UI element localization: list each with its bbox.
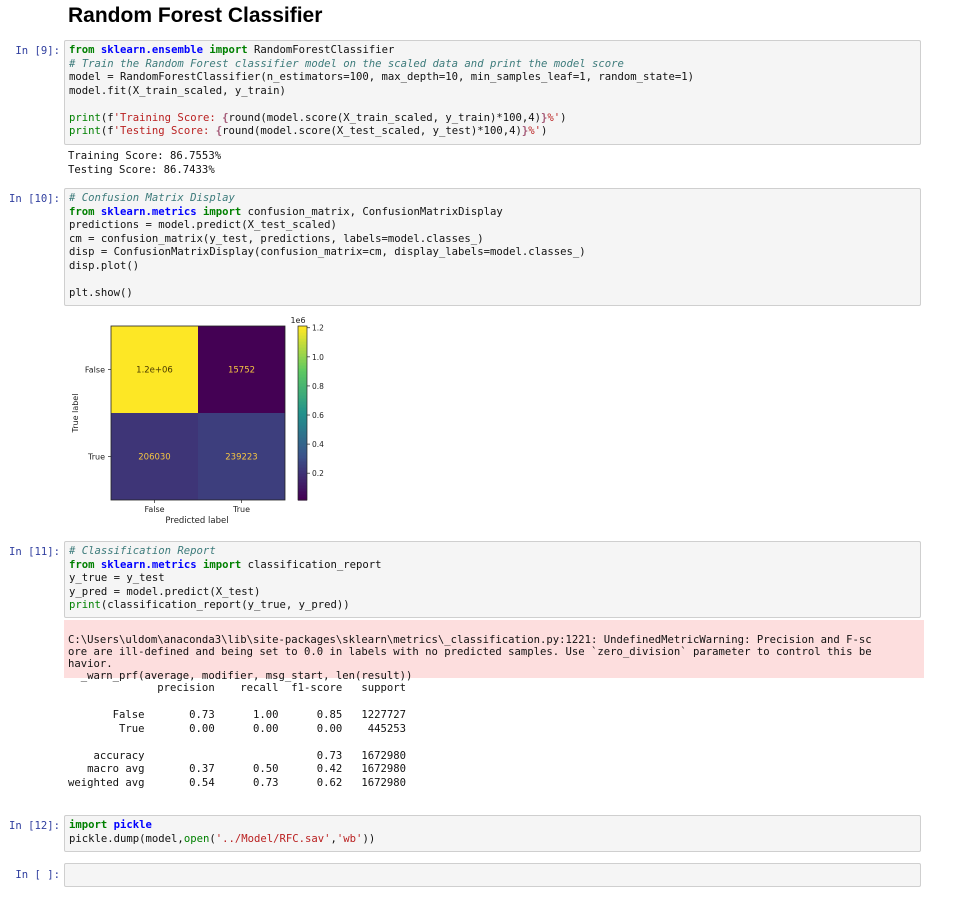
colorbar-tick-label: 0.4 (312, 440, 324, 449)
code-editor[interactable]: from sklearn.ensemble import RandomFores… (69, 44, 916, 139)
code-cell-9[interactable]: from sklearn.ensemble import RandomFores… (64, 40, 921, 145)
notebook-title: Random Forest Classifier (68, 4, 323, 27)
colorbar-segment (298, 326, 307, 330)
output-area-9: Training Score: 86.7553% Testing Score: … (64, 150, 924, 177)
colorbar-exponent: 1e6 (290, 316, 305, 325)
cell-value-label: 1.2e+06 (136, 366, 173, 376)
code-editor[interactable]: # Confusion Matrix Display from sklearn.… (69, 192, 916, 300)
x-axis-label: Predicted label (165, 516, 228, 526)
code-editor[interactable]: import pickle pickle.dump(model,open('..… (69, 819, 916, 846)
cell-prompt: In [11]: (8, 546, 60, 558)
colorbar-tick-label: 1.0 (312, 353, 324, 362)
cell-prompt: In [ ]: (15, 869, 60, 881)
cell-value-label: 15752 (228, 366, 255, 376)
y-tick-label: True (87, 453, 105, 462)
classification-report: precision recall f1-score support False … (68, 682, 407, 789)
cell-prompt: In [12]: (8, 820, 60, 832)
colorbar-tick-label: 0.8 (312, 382, 324, 391)
code-cell-11[interactable]: # Classification Report from sklearn.met… (64, 541, 921, 618)
cell-prompt: In [10]: (8, 193, 60, 205)
x-tick-label: False (144, 505, 164, 514)
confusion-matrix-plot: 1.2e+06 15752 206030 239223 False True False T… (71, 316, 324, 526)
cell-value-label: 239223 (225, 453, 257, 463)
empty-code-cell[interactable] (64, 863, 921, 887)
output-area-11: precision recall f1-score support False … (64, 682, 924, 790)
code-editor[interactable]: # Classification Report from sklearn.met… (69, 545, 916, 613)
y-axis-label: True label (71, 394, 80, 434)
colorbar-tick-label: 0.2 (312, 469, 324, 478)
colorbar: 0.2 0.4 0.6 0.8 1.0 1.2 (297, 324, 324, 501)
cell-prompt: In [9]: (15, 45, 60, 57)
warning-text: C:\Users\uldom\anaconda3\lib\site-packag… (68, 633, 872, 682)
warning-output: C:\Users\uldom\anaconda3\lib\site-packag… (64, 620, 924, 682)
colorbar-tick-label: 0.6 (312, 411, 324, 420)
y-tick-label: False (85, 366, 105, 375)
code-cell-10[interactable]: # Confusion Matrix Display from sklearn.… (64, 188, 921, 306)
colorbar-tick-label: 1.2 (312, 324, 324, 333)
cell-output: Training Score: 86.7553% Testing Score: … (68, 150, 222, 176)
code-cell-12[interactable]: import pickle pickle.dump(model,open('..… (64, 815, 921, 852)
x-tick-label: True (232, 505, 250, 514)
cell-value-label: 206030 (138, 453, 170, 463)
